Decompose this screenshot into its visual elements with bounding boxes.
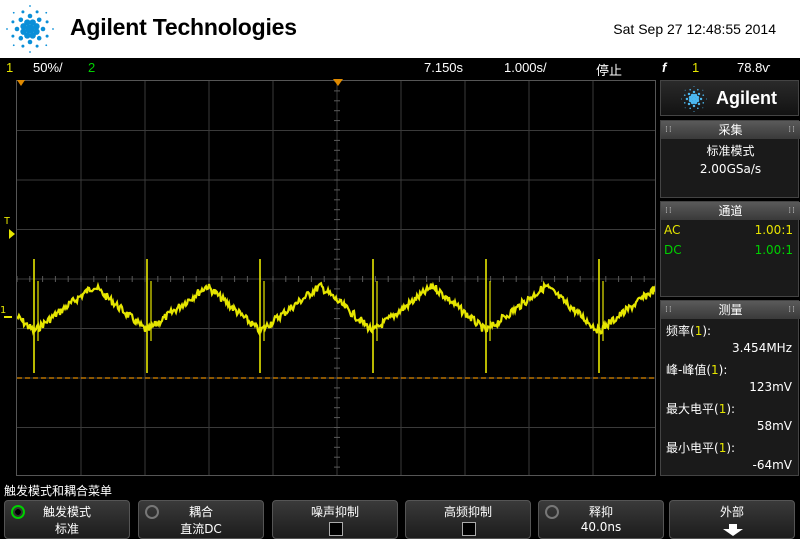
channels-section: ⁞⁞ 通道 ⁞⁞ AC 1.00:1 DC 1.00:1 (660, 201, 800, 297)
softkey-6[interactable]: 外部 (669, 500, 795, 539)
channels-title: ⁞⁞ 通道 ⁞⁞ (661, 202, 800, 220)
status-bar: 1 50%/ 2 7.150ѕ 1.000ѕ/ 停止 f 1 78.8ѵ (0, 58, 800, 78)
measure-label: 最小电平(1): (666, 441, 736, 455)
softkey-4[interactable]: 高频抑制 (405, 500, 531, 539)
trigger-edge-icon: f (662, 60, 667, 75)
softkey-2[interactable]: 耦合直流DC (138, 500, 264, 539)
time-delay: 7.150ѕ (424, 60, 464, 75)
datetime-readout: Sat Sep 27 12:48:55 2014 (613, 21, 776, 37)
softkey-3[interactable]: 噪声抑制 (272, 500, 398, 539)
softkey-5[interactable]: 释抑 40.0ns (538, 500, 664, 539)
run-state: 停止 (596, 63, 623, 78)
acquire-section: ⁞⁞ 采集 ⁞⁞ 标准模式 2.00GSa/s (660, 120, 800, 198)
trigger-position-marker (333, 79, 343, 86)
time-scale: 1.000ѕ/ (504, 60, 547, 75)
measure-value: 58mV (756, 419, 792, 433)
softkey-title: 触发模式 (42, 505, 91, 519)
header-bar: Agilent Technologies Sat Sep 27 12:48:55… (0, 0, 800, 58)
softkey-title: 释抑 (588, 505, 613, 519)
ch1-ground-marker: 1 (0, 305, 7, 316)
softkey-value: 40.0ns (580, 520, 622, 534)
softkey-1[interactable]: 触发模式 标准 (4, 500, 130, 539)
softkey-title: 噪声抑制 (310, 505, 359, 519)
measure-section: ⁞⁞ 测量 ⁞⁞ 频率(1): 3.454MHz 峰-峰值(1): 123mV 最大电平(1… (660, 300, 800, 476)
softkey-value: 直流DC (180, 522, 222, 536)
ground-icon (4, 316, 12, 322)
trigger-level-marker: T (4, 216, 11, 227)
graticule (17, 81, 655, 475)
measure-value: -64mV (752, 458, 793, 472)
info-panel: Agilent ⁞⁞ 采集 ⁞⁞ 标准模式 2.00GSa/s ⁞⁞ 通道 ⁞⁞ AC … (660, 80, 800, 476)
ch1-scale: 50%/ (33, 60, 63, 75)
softkey-title: 高频抑制 (443, 505, 492, 519)
checkbox[interactable] (329, 522, 343, 536)
agilent-spark-logo-icon (6, 5, 54, 53)
ch1-number[interactable]: 1 (6, 60, 13, 75)
acquire-title: ⁞⁞ 采集 ⁞⁞ (661, 121, 800, 139)
measure-value: 3.454MHz (731, 341, 792, 355)
menu-title: 触发模式和耦合菜单 (4, 484, 113, 498)
acquire-mode: 标准模式 (706, 144, 755, 158)
softkey-title: 耦合 (188, 505, 213, 519)
agilent-spark-small-icon (681, 86, 707, 112)
ch1-coupling: AC (664, 223, 681, 237)
panel-logo-text: Agilent (716, 88, 777, 108)
measure-title: ⁞⁞ 测量 ⁞⁞ (661, 301, 800, 319)
trigger-level-arrow-icon (9, 229, 15, 239)
brand-title: Agilent Technologies (70, 14, 297, 40)
panel-logo-box: Agilent (660, 80, 799, 116)
trigger-level: 78.8ѵ (737, 60, 771, 75)
trigger-position-left-marker (17, 80, 25, 86)
ch2-coupling: DC (664, 243, 682, 257)
acquire-rate: 2.00GSa/s (699, 162, 762, 176)
arrow-down-icon (723, 524, 743, 536)
softkey-title: 外部 (719, 505, 744, 519)
measure-label: 频率(1): (666, 324, 712, 338)
ch2-number[interactable]: 2 (88, 60, 95, 75)
softkey-value: 标准 (54, 522, 79, 536)
trigger-source: 1 (692, 60, 700, 75)
waveform-display[interactable] (16, 80, 656, 476)
ch1-probe: 1.00:1 (754, 223, 793, 237)
ch2-probe: 1.00:1 (754, 243, 793, 257)
measure-label: 峰-峰值(1): (666, 363, 728, 377)
measure-label: 最大电平(1): (666, 402, 736, 416)
measure-value: 123mV (749, 380, 792, 394)
checkbox[interactable] (462, 522, 476, 536)
